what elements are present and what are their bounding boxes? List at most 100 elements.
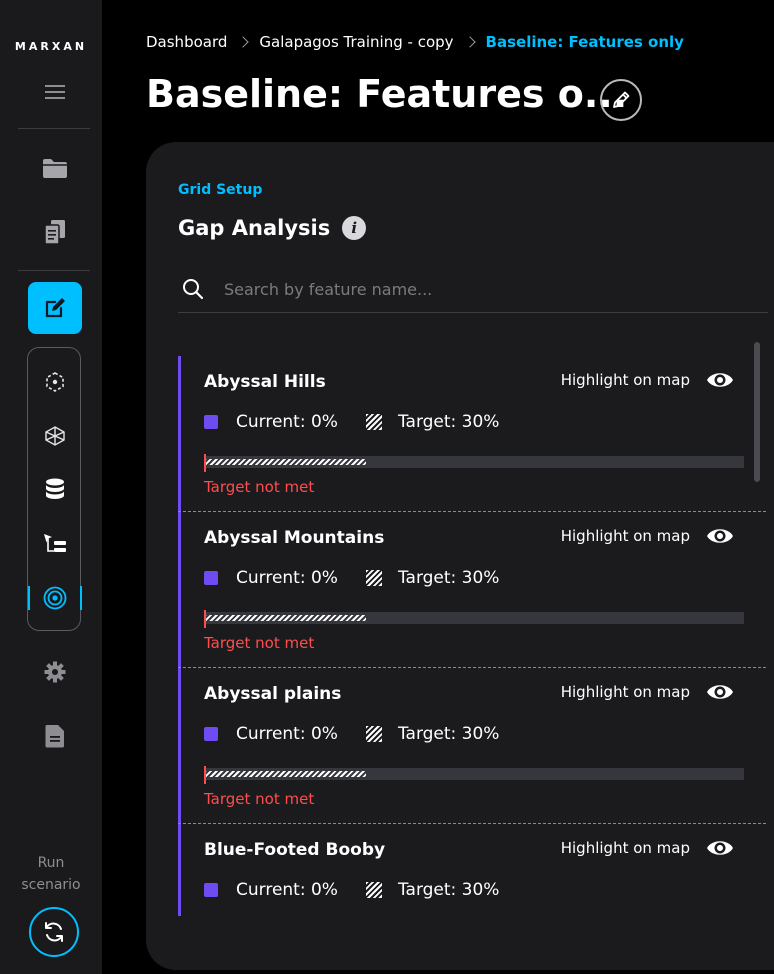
search-input[interactable] — [222, 278, 768, 300]
edit-scenario-button[interactable] — [28, 282, 82, 334]
target-value: Target: 30% — [397, 568, 500, 588]
current-swatch — [204, 727, 218, 741]
target-icon — [43, 586, 67, 610]
targets-button[interactable] — [28, 524, 82, 564]
page-title: Baseline: Features o... — [146, 72, 628, 116]
search-bar — [178, 266, 768, 313]
progress-target-fill — [204, 615, 366, 621]
feature-item: Blue-Footed Booby Highlight on map Curre… — [178, 824, 766, 916]
feature-item: Abyssal Hills Highlight on map Current: … — [178, 356, 766, 512]
breadcrumb: Dashboard Galapagos Training - copy Base… — [146, 33, 684, 51]
target-swatch — [365, 570, 382, 586]
feature-stats: Current: 0% Target: 30% — [204, 724, 499, 744]
run-scenario-button[interactable] — [29, 907, 79, 957]
settings-button[interactable] — [28, 646, 82, 698]
features-icon — [45, 426, 65, 446]
search-icon — [182, 278, 204, 300]
target-swatch — [365, 726, 382, 742]
current-swatch — [204, 883, 218, 897]
status-text: Target not met — [204, 478, 315, 496]
menu-button[interactable] — [38, 80, 72, 104]
app-logo: MARXAN — [14, 40, 88, 53]
breadcrumb-scenario: Baseline: Features only — [485, 33, 684, 51]
edit-title-button[interactable] — [600, 79, 642, 121]
current-value: Current: 0% — [236, 412, 338, 432]
current-value: Current: 0% — [236, 724, 338, 744]
menu-icon — [45, 85, 65, 99]
eye-icon — [707, 841, 733, 855]
current-swatch — [204, 415, 218, 429]
chevron-right-icon — [237, 36, 250, 48]
data-button[interactable] — [28, 470, 82, 510]
current-value: Current: 0% — [236, 568, 338, 588]
target-value: Target: 30% — [397, 412, 500, 432]
eye-icon — [707, 373, 733, 387]
gap-analysis-button[interactable] — [28, 578, 82, 618]
feature-item: Abyssal plains Highlight on map Current:… — [178, 668, 766, 824]
target-value: Target: 30% — [397, 724, 500, 744]
feature-stats: Current: 0% Target: 30% — [204, 568, 499, 588]
pencil-icon — [613, 91, 630, 108]
folder-icon — [43, 159, 67, 178]
feature-name: Abyssal Hills — [204, 372, 326, 392]
feature-name: Blue-Footed Booby — [204, 840, 386, 860]
highlight-label: Highlight on map — [560, 683, 690, 701]
highlight-on-map-button[interactable]: Highlight on map — [561, 682, 734, 702]
planning-units-icon — [46, 372, 64, 392]
progress-bar — [204, 766, 744, 784]
run-label-line1: Run — [37, 855, 65, 871]
report-button[interactable] — [28, 710, 82, 762]
tree-icon — [44, 534, 66, 552]
refresh-icon — [45, 922, 63, 942]
highlight-label: Highlight on map — [560, 839, 690, 857]
highlight-label: Highlight on map — [560, 527, 690, 545]
planning-units-button[interactable] — [28, 362, 82, 402]
feature-item: Abyssal Mountains Highlight on map Curre… — [178, 512, 766, 668]
database-icon — [46, 478, 64, 499]
documents-icon — [44, 220, 65, 245]
progress-marker — [204, 766, 206, 784]
feature-list-scrollbar[interactable] — [754, 342, 760, 482]
edit-icon — [45, 298, 65, 318]
progress-marker — [204, 454, 206, 472]
features-button[interactable] — [28, 416, 82, 456]
info-icon[interactable]: i — [342, 216, 367, 240]
progress-target-fill — [204, 771, 366, 777]
feature-list: Abyssal Hills Highlight on map Current: … — [178, 356, 766, 916]
progress-bar — [204, 454, 744, 472]
chevron-right-icon — [463, 36, 476, 48]
target-swatch — [365, 882, 382, 898]
eye-icon — [707, 685, 733, 699]
breadcrumb-dashboard[interactable]: Dashboard — [146, 33, 227, 51]
run-label-line2: scenario — [21, 877, 81, 893]
projects-button[interactable] — [28, 142, 82, 194]
sidebar-divider — [18, 270, 90, 271]
feature-name: Abyssal plains — [204, 684, 342, 704]
documents-button[interactable] — [28, 206, 82, 258]
feature-stats: Current: 0% Target: 30% — [204, 880, 499, 900]
highlight-label: Highlight on map — [560, 371, 690, 389]
panel-heading-text: Gap Analysis — [178, 216, 331, 240]
status-text: Target not met — [204, 790, 315, 808]
current-value: Current: 0% — [236, 880, 338, 900]
app: MARXAN Run scenario Dashboard Galapagos … — [0, 0, 774, 974]
highlight-on-map-button[interactable]: Highlight on map — [561, 526, 734, 546]
feature-stats: Current: 0% Target: 30% — [204, 412, 499, 432]
gap-analysis-panel: Grid Setup Gap Analysis i Abyssal Hills … — [146, 142, 774, 970]
highlight-on-map-button[interactable]: Highlight on map — [561, 370, 734, 390]
breadcrumb-project[interactable]: Galapagos Training - copy — [259, 33, 453, 51]
target-value: Target: 30% — [397, 880, 500, 900]
run-scenario-label: Run scenario — [0, 852, 102, 896]
section-label: Grid Setup — [178, 182, 263, 198]
sidebar: MARXAN Run scenario — [0, 0, 102, 974]
gear-icon — [44, 661, 66, 683]
highlight-on-map-button[interactable]: Highlight on map — [561, 838, 734, 858]
current-swatch — [204, 571, 218, 585]
target-swatch — [365, 414, 382, 430]
progress-marker — [204, 610, 206, 628]
progress-target-fill — [204, 459, 366, 465]
report-icon — [45, 725, 64, 748]
panel-heading: Gap Analysis i — [178, 216, 367, 240]
progress-bar — [204, 610, 744, 628]
eye-icon — [707, 529, 733, 543]
